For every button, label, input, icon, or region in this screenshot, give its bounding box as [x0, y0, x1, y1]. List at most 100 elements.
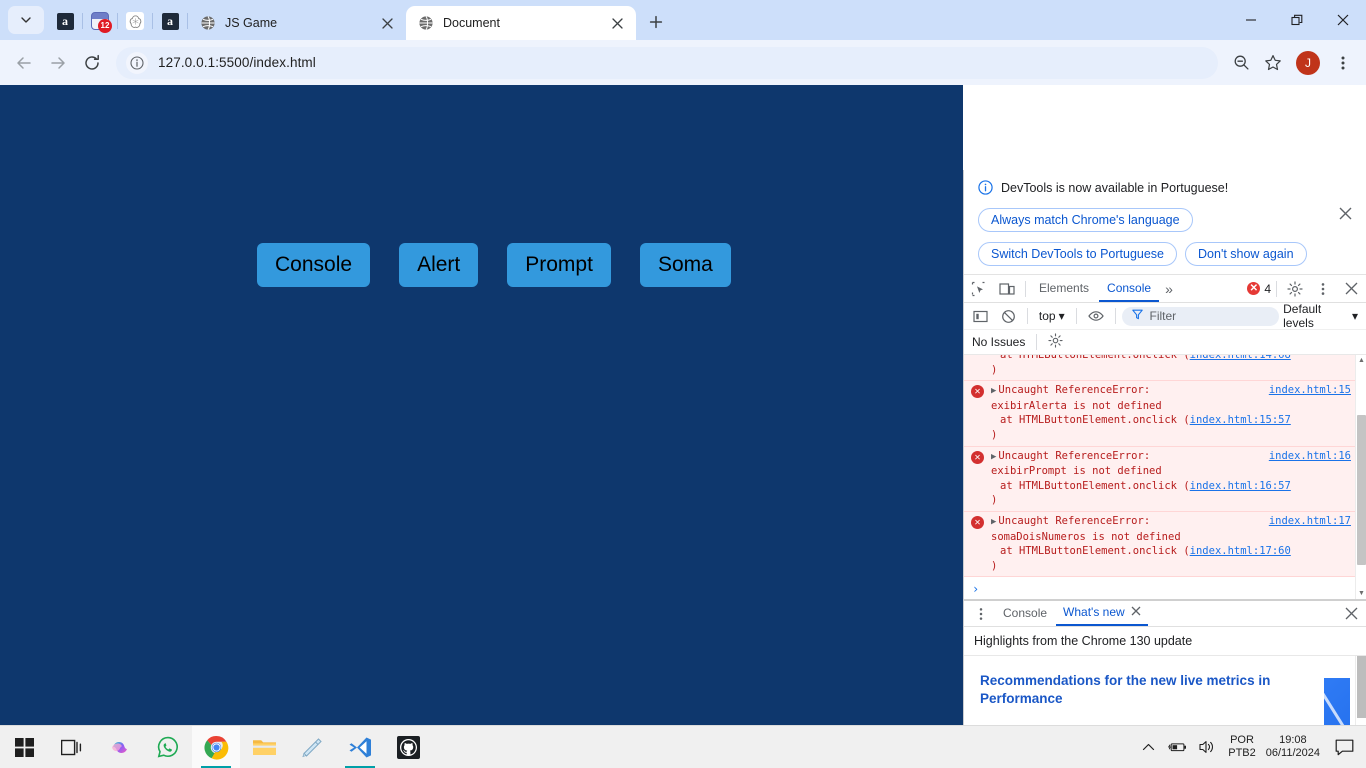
device-toolbar-button[interactable] [994, 276, 1020, 302]
always-match-language-button[interactable]: Always match Chrome's language [978, 208, 1193, 232]
console-context-selector[interactable]: top ▾ [1035, 309, 1069, 323]
drawer-tab-console[interactable]: Console [996, 601, 1054, 626]
drawer-menu-button[interactable] [968, 601, 994, 627]
whats-new-article-title[interactable]: Recommendations for the new live metrics… [980, 672, 1280, 708]
drawer-tab-whats-new[interactable]: What's new [1056, 601, 1148, 626]
issues-label[interactable]: No Issues [972, 335, 1025, 349]
stack-link[interactable]: index.html:15:57 [1190, 414, 1291, 426]
task-view-button[interactable] [48, 726, 96, 768]
reload-button[interactable] [76, 47, 108, 79]
switch-to-portuguese-button[interactable]: Switch DevTools to Portuguese [978, 242, 1178, 266]
console-prompt[interactable]: › [964, 577, 1355, 599]
device-toolbar-icon [999, 282, 1015, 295]
language-indicator[interactable]: POR PTB2 [1228, 734, 1256, 760]
maximize-button[interactable] [1274, 0, 1320, 40]
calendar-pinned-tab[interactable]: 12 [83, 4, 117, 38]
chatgpt-pinned-tab[interactable] [118, 4, 152, 38]
console-message[interactable]: ✕ ▶ Uncaught ReferenceError: index.html:1… [964, 511, 1355, 578]
live-expression-button[interactable] [1084, 303, 1108, 329]
zoom-out-button[interactable] [1226, 48, 1256, 78]
whatsapp-button[interactable] [144, 726, 192, 768]
battery-icon [1168, 743, 1187, 752]
console-button[interactable]: Console [257, 243, 371, 288]
alura-pinned-tab[interactable]: a [48, 4, 82, 38]
expand-arrow-icon[interactable]: ▶ [991, 452, 996, 462]
battery-button[interactable] [1168, 733, 1188, 761]
console-filter-input[interactable]: Filter [1122, 306, 1280, 326]
tab-console[interactable]: Console [1099, 275, 1160, 302]
forward-button[interactable] [42, 47, 74, 79]
clear-console-button[interactable] [996, 303, 1020, 329]
vscode-button[interactable] [336, 726, 384, 768]
browser-menu-button[interactable] [1328, 48, 1358, 78]
divider [1027, 308, 1028, 324]
expand-arrow-icon[interactable]: ▶ [991, 517, 996, 527]
prompt-button[interactable]: Prompt [507, 243, 611, 288]
drawer-close-button[interactable] [1340, 603, 1362, 625]
drawer-tab-close-icon[interactable] [1131, 600, 1141, 625]
chrome-button[interactable] [192, 725, 240, 768]
console-output[interactable]: at HTMLButtonElement.onclick (index.html… [964, 355, 1366, 600]
console-scrollbar[interactable]: ▲ ▼ [1355, 355, 1366, 599]
address-bar[interactable]: 127.0.0.1:5500/index.html [116, 46, 1218, 79]
console-message[interactable]: ✕ ▶ Uncaught ReferenceError: index.html:1… [964, 446, 1355, 512]
console-message[interactable]: ✕ ▶ Uncaught ReferenceError: index.html:1… [964, 381, 1355, 447]
tab-close-button[interactable] [608, 14, 626, 32]
bookmark-button[interactable] [1258, 48, 1288, 78]
message-source-link[interactable]: index.html:15 [1269, 383, 1351, 398]
expand-arrow-icon[interactable]: ▶ [991, 386, 996, 396]
scroll-down-button[interactable]: ▼ [1356, 588, 1366, 599]
log-levels-selector[interactable]: Default levels ▾ [1283, 302, 1362, 330]
three-dot-menu-icon [1341, 56, 1345, 69]
new-tab-button[interactable] [642, 8, 670, 36]
stack-link[interactable]: index.html:17:60 [1190, 545, 1291, 557]
volume-button[interactable] [1198, 733, 1218, 761]
error-count-badge[interactable]: ✕ 4 [1247, 282, 1271, 296]
tab-document[interactable]: Document [406, 6, 636, 40]
scroll-up-button[interactable]: ▲ [1356, 355, 1366, 366]
file-explorer-button[interactable] [240, 726, 288, 768]
notepad-button[interactable] [288, 726, 336, 768]
stack-link[interactable]: index.html:14:68 [1190, 355, 1291, 361]
notification-center-button[interactable] [1330, 733, 1358, 761]
window-controls [1228, 0, 1366, 40]
devtools-close-button[interactable] [1338, 276, 1364, 302]
start-button[interactable] [0, 726, 48, 768]
devtools-menu-button[interactable] [1310, 276, 1336, 302]
tab-strip: a 12 a JS Game Document [0, 0, 1366, 40]
message-source-link[interactable]: index.html:16 [1269, 449, 1351, 464]
scrollbar-thumb[interactable] [1357, 656, 1366, 718]
tab-elements[interactable]: Elements [1031, 275, 1097, 302]
inspect-element-button[interactable] [966, 276, 992, 302]
stack-link[interactable]: index.html:16:57 [1190, 480, 1291, 492]
show-hidden-icons-button[interactable] [1138, 733, 1158, 761]
stack-tail: ) [991, 363, 998, 376]
console-message-partial[interactable]: at HTMLButtonElement.onclick (index.html… [964, 355, 1355, 382]
copilot-button[interactable] [96, 726, 144, 768]
devtools-settings-button[interactable] [1282, 276, 1308, 302]
console-sidebar-button[interactable] [968, 303, 992, 329]
vscode-icon [349, 737, 371, 757]
notice-close-button[interactable] [1334, 202, 1356, 224]
more-tabs-button[interactable]: » [1161, 281, 1177, 297]
avatar[interactable]: J [1296, 50, 1320, 75]
message-source-link[interactable]: index.html:17 [1269, 514, 1351, 529]
github-button[interactable] [384, 726, 432, 768]
back-button[interactable] [8, 47, 40, 79]
dont-show-again-button[interactable]: Don't show again [1185, 242, 1307, 266]
close-window-button[interactable] [1320, 0, 1366, 40]
drawer-tab-label: What's new [1063, 605, 1125, 619]
scrollbar-thumb[interactable] [1357, 415, 1366, 565]
minimize-button[interactable] [1228, 0, 1274, 40]
alura-pinned-tab-2[interactable]: a [153, 4, 187, 38]
alert-button[interactable]: Alert [399, 243, 479, 288]
gear-icon [1048, 333, 1063, 348]
minimize-icon [1246, 19, 1256, 21]
tab-search-button[interactable] [8, 6, 44, 34]
site-info-icon[interactable] [126, 51, 148, 74]
tab-js-game[interactable]: JS Game [188, 6, 406, 40]
console-settings-button[interactable] [1048, 333, 1063, 351]
soma-button[interactable]: Soma [639, 243, 731, 288]
clock[interactable]: 19:08 06/11/2024 [1266, 734, 1320, 760]
tab-close-button[interactable] [378, 14, 396, 32]
